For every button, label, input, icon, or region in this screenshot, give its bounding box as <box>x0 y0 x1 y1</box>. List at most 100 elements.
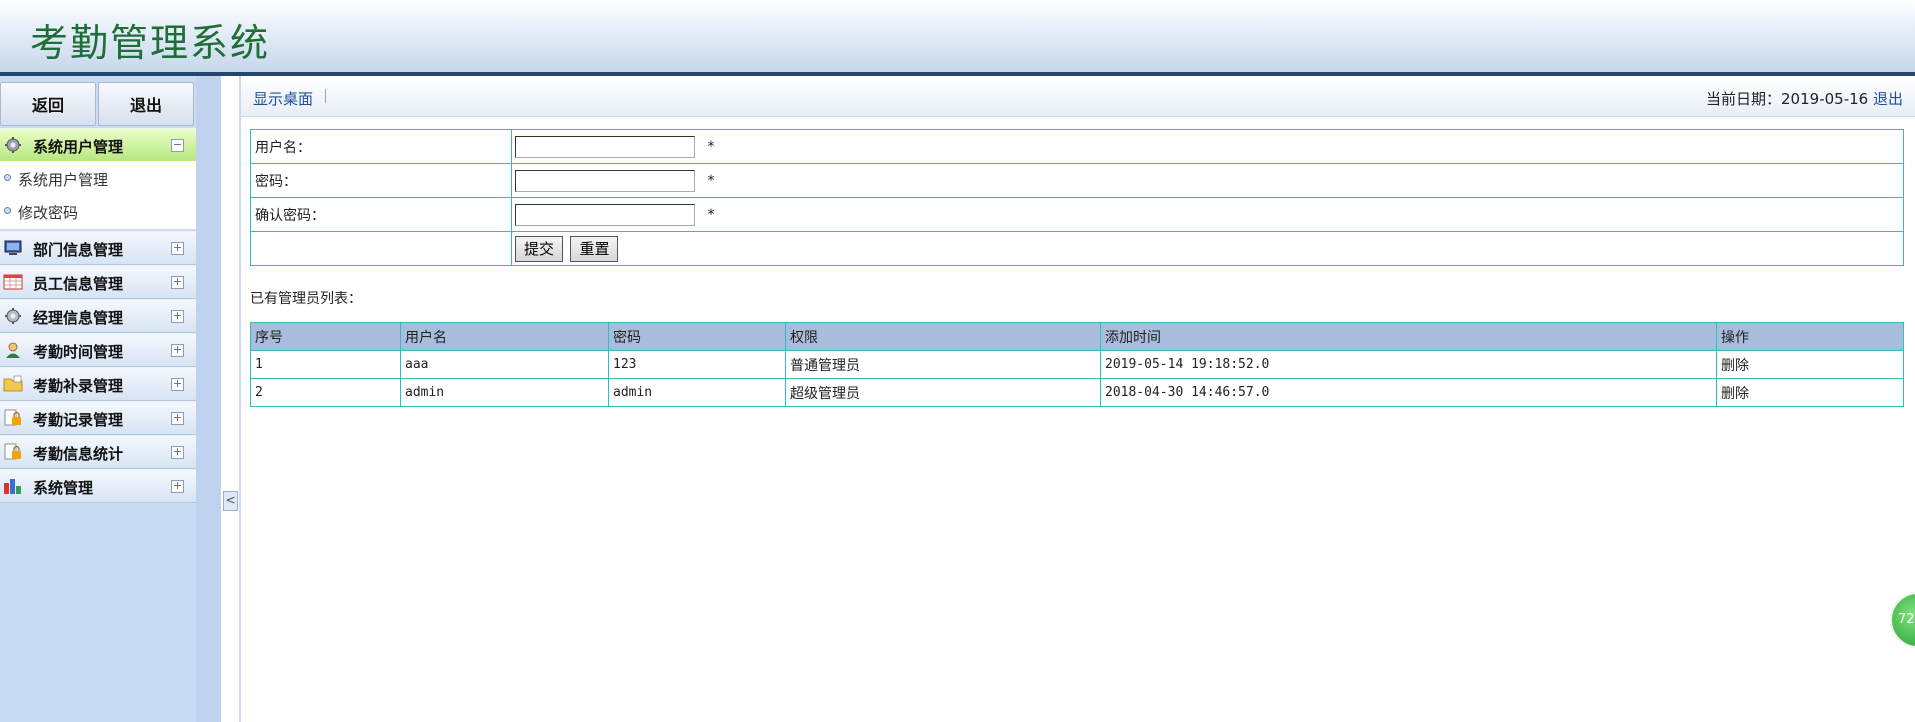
expand-toggle-icon[interactable]: + <box>171 242 184 255</box>
sidebar: 返回 退出 系统用户管理 − 系统用户管理 修改密码 部门信息管理 + 员工信息… <box>0 76 196 722</box>
admin-table: 序号 用户名 密码 权限 添加时间 操作 1 aaa 123 普通管理员 201… <box>250 322 1904 407</box>
actions-cell: 提交 重置 <box>511 231 1904 266</box>
confirm-password-label: 确认密码： <box>250 197 512 232</box>
cell-permission: 超级管理员 <box>785 378 1101 407</box>
column-header-username: 用户名 <box>400 322 609 351</box>
lock-doc-icon <box>4 443 21 460</box>
column-header-action: 操作 <box>1716 322 1904 351</box>
required-mark: * <box>707 138 715 155</box>
back-button[interactable]: 返回 <box>0 82 96 126</box>
expand-toggle-icon[interactable]: + <box>171 480 184 493</box>
expand-toggle-icon[interactable]: + <box>171 446 184 459</box>
reset-button[interactable]: 重置 <box>570 235 619 262</box>
folder-icon <box>3 375 23 392</box>
exit-button[interactable]: 退出 <box>98 82 194 126</box>
expand-toggle-icon[interactable]: + <box>171 412 184 425</box>
menu-group-label: 部门信息管理 <box>33 241 124 259</box>
password-cell: * <box>511 163 1904 198</box>
cell-index: 1 <box>250 350 401 379</box>
cell-added-time: 2018-04-30 14:46:57.0 <box>1100 378 1717 407</box>
column-header-index: 序号 <box>250 322 401 351</box>
submenu: 系统用户管理 修改密码 <box>0 161 196 229</box>
app-header: 考勤管理系统 <box>0 0 1915 72</box>
password-label: 密码： <box>250 163 512 198</box>
menu-group-label: 考勤补录管理 <box>33 377 124 395</box>
date-label: 当前日期： <box>1706 90 1782 108</box>
menu-group-label: 考勤时间管理 <box>33 343 124 361</box>
form-row-username: 用户名： * <box>250 129 1904 164</box>
monitor-icon <box>4 240 22 255</box>
column-header-password: 密码 <box>608 322 786 351</box>
current-date: 当前日期：2019-05-16 退出 <box>1706 88 1903 109</box>
bullet-icon <box>4 174 11 181</box>
sidebar-splitter[interactable] <box>196 76 221 722</box>
delete-link[interactable]: 删除 <box>1716 378 1904 407</box>
username-cell: * <box>511 129 1904 164</box>
delete-link[interactable]: 删除 <box>1716 350 1904 379</box>
expand-toggle-icon[interactable]: + <box>171 344 184 357</box>
menu-group-system-users[interactable]: 系统用户管理 − <box>0 128 196 162</box>
collapse-sidebar-icon[interactable]: < <box>223 491 238 511</box>
form-row-password: 密码： * <box>250 163 1904 198</box>
submenu-item-system-users[interactable]: 系统用户管理 <box>0 163 196 193</box>
app-title: 考勤管理系统 <box>30 21 271 65</box>
menu-group-attendance-time[interactable]: 考勤时间管理 + <box>0 333 196 367</box>
column-header-added-time: 添加时间 <box>1100 322 1717 351</box>
menu-group-label: 员工信息管理 <box>33 275 124 293</box>
confirm-password-cell: * <box>511 197 1904 232</box>
bullet-icon <box>4 207 11 214</box>
cell-password: 123 <box>608 350 786 379</box>
menu-group-attendance-supplement[interactable]: 考勤补录管理 + <box>0 367 196 401</box>
menu-group-manager[interactable]: 经理信息管理 + <box>0 299 196 333</box>
content-toolbar: 显示桌面 当前日期：2019-05-16 退出 <box>241 76 1915 117</box>
form-row-confirm-password: 确认密码： * <box>250 197 1904 232</box>
empty-cell <box>250 231 512 266</box>
lock-doc-icon <box>4 409 21 426</box>
submenu-label: 系统用户管理 <box>18 171 109 189</box>
cell-username: admin <box>400 378 609 407</box>
table-row: 2 admin admin 超级管理员 2018-04-30 14:46:57.… <box>250 378 1904 407</box>
sidebar-top-buttons: 返回 退出 <box>0 82 196 126</box>
user-icon <box>6 342 20 358</box>
gear-icon <box>5 137 21 153</box>
required-mark: * <box>707 206 715 223</box>
username-input[interactable] <box>515 135 695 158</box>
confirm-password-input[interactable] <box>515 203 695 226</box>
menu-group-attendance-statistics[interactable]: 考勤信息统计 + <box>0 435 196 469</box>
password-input[interactable] <box>515 169 695 192</box>
date-value: 2019-05-16 <box>1781 90 1869 108</box>
menu-group-label: 系统用户管理 <box>33 138 124 156</box>
submenu-label: 修改密码 <box>18 204 79 222</box>
main-content: 显示桌面 当前日期：2019-05-16 退出 用户名： * 密码： * 确认密… <box>241 76 1915 722</box>
gear-icon <box>5 308 21 324</box>
menu-group-label: 考勤记录管理 <box>33 411 124 429</box>
expand-toggle-icon[interactable]: + <box>171 378 184 391</box>
username-label: 用户名： <box>250 129 512 164</box>
chart-icon <box>4 479 21 494</box>
required-mark: * <box>707 172 715 189</box>
menu-group-employee[interactable]: 员工信息管理 + <box>0 265 196 299</box>
cell-index: 2 <box>250 378 401 407</box>
menu-group-label: 考勤信息统计 <box>33 445 124 463</box>
table-header-row: 序号 用户名 密码 权限 添加时间 操作 <box>250 322 1904 351</box>
form-row-actions: 提交 重置 <box>250 231 1904 266</box>
expand-toggle-icon[interactable]: + <box>171 310 184 323</box>
table-icon <box>3 274 23 290</box>
menu-group-label: 经理信息管理 <box>33 309 124 327</box>
cell-password: admin <box>608 378 786 407</box>
submit-button[interactable]: 提交 <box>515 235 564 262</box>
cell-username: aaa <box>400 350 609 379</box>
table-row: 1 aaa 123 普通管理员 2019-05-14 19:18:52.0 删除 <box>250 350 1904 379</box>
collapse-toggle-icon[interactable]: − <box>171 139 184 152</box>
expand-toggle-icon[interactable]: + <box>171 276 184 289</box>
toolbar-separator <box>325 89 326 103</box>
add-admin-form: 用户名： * 密码： * 确认密码： * 提交 重置 <box>250 129 1904 266</box>
menu-group-label: 系统管理 <box>33 479 94 497</box>
show-desktop-link[interactable]: 显示桌面 <box>253 88 313 109</box>
menu-group-system[interactable]: 系统管理 + <box>0 469 196 503</box>
submenu-item-change-password[interactable]: 修改密码 <box>0 196 196 226</box>
menu-group-department[interactable]: 部门信息管理 + <box>0 231 196 265</box>
menu-group-attendance-records[interactable]: 考勤记录管理 + <box>0 401 196 435</box>
cell-permission: 普通管理员 <box>785 350 1101 379</box>
logout-link[interactable]: 退出 <box>1873 90 1903 108</box>
